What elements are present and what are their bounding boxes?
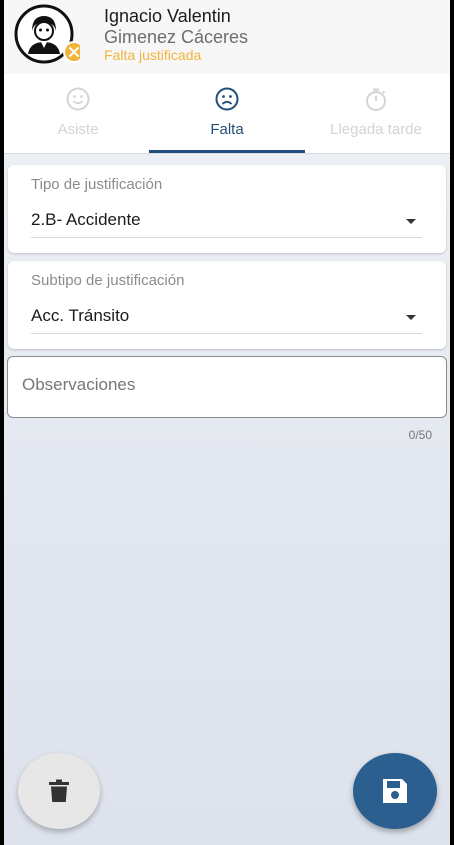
justification-type-value: 2.B- Accidente (31, 210, 141, 229)
floppy-disk-icon (383, 779, 407, 803)
chevron-down-icon (406, 219, 416, 224)
tab-asiste[interactable]: Asiste (4, 74, 152, 154)
stopwatch-icon (363, 86, 389, 112)
student-avatar-icon (14, 4, 85, 64)
attendance-tabs: Asiste Falta Llegada tarde (4, 74, 450, 154)
delete-button[interactable] (18, 753, 100, 829)
active-tab-indicator (149, 150, 305, 153)
smile-icon (65, 86, 91, 112)
field-underline (31, 333, 422, 334)
save-button[interactable] (353, 753, 437, 829)
observations-field[interactable] (7, 356, 447, 418)
tab-asiste-label: Asiste (57, 121, 99, 138)
attendance-status: Falta justificada (104, 47, 202, 63)
field-underline (31, 237, 422, 238)
student-header: Ignacio Valentin Gimenez Cáceres Falta j… (4, 0, 450, 74)
justification-subtype-label: Subtipo de justificación (31, 272, 185, 289)
sad-face-icon (214, 86, 240, 112)
tab-falta-label: Falta (210, 121, 244, 138)
tab-llegada-tarde-label: Llegada tarde (330, 121, 422, 138)
trash-icon (49, 779, 69, 802)
observations-input[interactable] (22, 375, 432, 395)
student-last-name: Gimenez Cáceres (104, 27, 249, 47)
student-first-name: Ignacio Valentin (104, 6, 231, 26)
tab-llegada-tarde[interactable]: Llegada tarde (302, 74, 450, 154)
justification-type-label: Tipo de justificación (31, 176, 163, 193)
justification-type-select[interactable]: Tipo de justificación 2.B- Accidente (8, 165, 446, 253)
attendance-screen: Ignacio Valentin Gimenez Cáceres Falta j… (4, 0, 450, 845)
chevron-down-icon (406, 315, 416, 320)
justification-subtype-value: Acc. Tránsito (31, 306, 130, 325)
observations-char-counter: 0/50 (408, 428, 432, 442)
tab-falta[interactable]: Falta (153, 74, 301, 154)
student-avatar (14, 4, 85, 64)
justification-subtype-select[interactable]: Subtipo de justificación Acc. Tránsito (8, 261, 446, 349)
